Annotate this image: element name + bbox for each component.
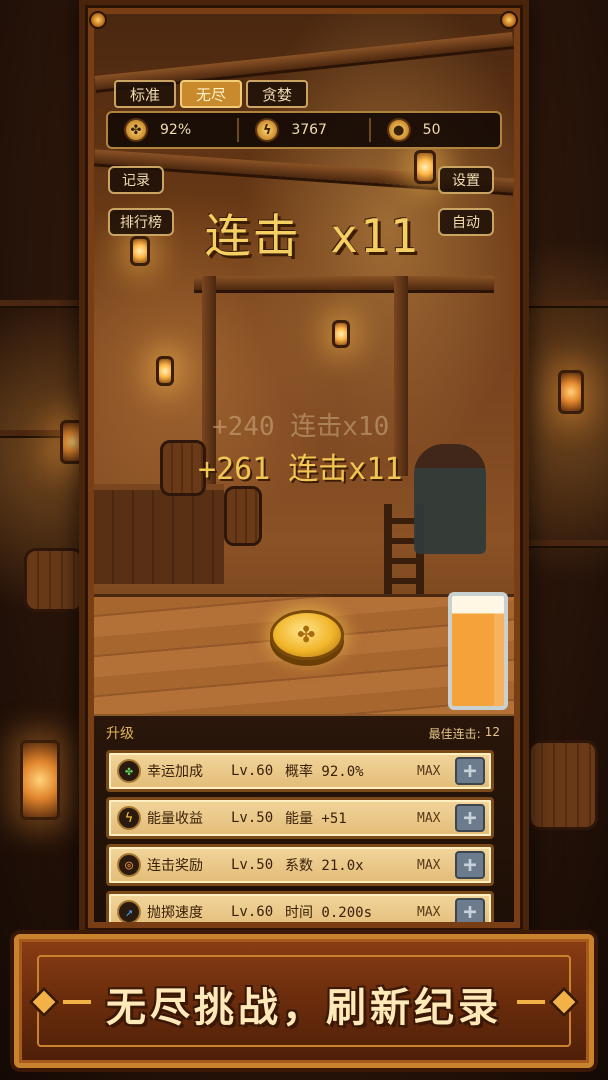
beer-mug-icon bbox=[448, 592, 508, 710]
upgrade-plus-button[interactable]: + bbox=[455, 757, 485, 785]
gold-coin[interactable]: ✤ bbox=[270, 610, 344, 660]
stats-bar: ✤ 92% ϟ 3767 ● 50 bbox=[106, 111, 502, 149]
score-popup-faded: +240 连击x10 bbox=[212, 412, 390, 442]
left-shelf bbox=[0, 300, 80, 306]
right-shelf bbox=[528, 300, 608, 306]
energy-value: 3767 bbox=[291, 122, 327, 138]
lightning-icon: ϟ bbox=[255, 118, 280, 142]
clover-icon: ✤ bbox=[297, 623, 316, 648]
upgrade-name: 连击奖励 bbox=[147, 858, 203, 874]
upgrade-name: 抛掷速度 bbox=[147, 905, 203, 921]
coin-value: 50 bbox=[422, 122, 441, 138]
barrel bbox=[224, 486, 262, 546]
lightning-icon: ϟ bbox=[117, 806, 141, 830]
patron bbox=[414, 444, 486, 554]
right-lantern-icon bbox=[558, 370, 584, 414]
auto-button[interactable]: 自动 bbox=[438, 208, 494, 236]
wall-lantern-icon bbox=[130, 236, 150, 266]
record-button[interactable]: 记录 bbox=[108, 166, 164, 194]
upgrade-row-speed[interactable]: ↗ 抛掷速度 Lv.60 时间 0.200s MAX + bbox=[106, 891, 494, 922]
right-shelf-lower bbox=[528, 540, 608, 546]
upgrade-desc: 概率 92.0% bbox=[285, 764, 364, 780]
clover-icon: ✤ bbox=[117, 759, 141, 783]
left-barrel bbox=[24, 548, 84, 612]
best-combo-label: 最佳连击: bbox=[428, 726, 481, 741]
wall-lantern-icon bbox=[156, 356, 174, 386]
luck-value: 92% bbox=[160, 122, 192, 138]
upgrade-level: Lv.50 bbox=[231, 857, 274, 873]
best-combo: 最佳连击: 12 bbox=[429, 725, 500, 742]
banner-text: 无尽挑战，刷新纪录 bbox=[106, 985, 502, 1031]
stat-luck: ✤ 92% bbox=[108, 118, 237, 142]
game-frame: ✤ 标准 无尽 贪婪 ✤ 92% ϟ 3767 ● 50 记录 排行榜 设置 自… bbox=[85, 5, 523, 931]
hanging-lantern-icon bbox=[332, 320, 350, 348]
upgrade-name: 能量收益 bbox=[147, 811, 203, 827]
right-barrel bbox=[528, 740, 598, 830]
upgrade-row-energy[interactable]: ϟ 能量收益 Lv.50 能量 +51 MAX + bbox=[106, 797, 494, 839]
upgrade-name: 幸运加成 bbox=[147, 764, 203, 780]
upgrade-level: Lv.60 bbox=[231, 763, 274, 779]
target-icon: ◎ bbox=[117, 853, 141, 877]
promo-banner: 无尽挑战，刷新纪录 bbox=[14, 934, 594, 1068]
arrow-icon: ↗ bbox=[117, 900, 141, 922]
floor-lantern-icon bbox=[20, 740, 60, 820]
upgrade-title: 升级 bbox=[106, 726, 134, 742]
upgrade-row-luck[interactable]: ✤ 幸运加成 Lv.60 概率 92.0% MAX + bbox=[106, 750, 494, 792]
upgrade-desc: 时间 0.200s bbox=[285, 905, 373, 921]
best-combo-value: 12 bbox=[484, 724, 500, 739]
rivet bbox=[89, 11, 107, 29]
upgrade-plus-button[interactable]: + bbox=[455, 804, 485, 832]
upgrade-level: Lv.60 bbox=[231, 904, 274, 920]
settings-button[interactable]: 设置 bbox=[438, 166, 494, 194]
upgrade-plus-button[interactable]: + bbox=[455, 898, 485, 922]
combo-counter: 连击 x11 bbox=[204, 209, 420, 263]
clover-icon: ✤ bbox=[124, 118, 148, 142]
ceiling-beam bbox=[194, 276, 494, 290]
hanging-lantern-icon bbox=[414, 150, 436, 184]
upgrade-desc: 能量 +51 bbox=[285, 811, 347, 827]
score-popup: +261 连击x11 bbox=[198, 452, 403, 487]
upgrade-row-combo[interactable]: ◎ 连击奖励 Lv.50 系数 21.0x MAX + bbox=[106, 844, 494, 886]
tab-standard[interactable]: 标准 bbox=[114, 80, 176, 108]
left-lantern-icon bbox=[60, 420, 86, 464]
tab-greedy[interactable]: 贪婪 bbox=[246, 80, 308, 108]
rivet bbox=[500, 11, 518, 29]
stat-coins: ● 50 bbox=[368, 118, 500, 142]
upgrade-panel: 升级 最佳连击: 12 ✤ 幸运加成 Lv.60 概率 92.0% MAX + … bbox=[94, 714, 514, 922]
upgrade-status: MAX bbox=[417, 763, 441, 779]
upgrade-status: MAX bbox=[417, 857, 441, 873]
leaderboard-button[interactable]: 排行榜 bbox=[108, 208, 174, 236]
coin-icon: ● bbox=[386, 118, 411, 142]
stat-energy: ϟ 3767 bbox=[237, 118, 368, 142]
upgrade-desc: 系数 21.0x bbox=[285, 858, 364, 874]
upgrade-status: MAX bbox=[417, 810, 441, 826]
bar-counter bbox=[94, 484, 224, 584]
tab-endless[interactable]: 无尽 bbox=[180, 80, 242, 108]
upgrade-plus-button[interactable]: + bbox=[455, 851, 485, 879]
mode-tabs: 标准 无尽 贪婪 bbox=[114, 80, 308, 108]
upgrade-level: Lv.50 bbox=[231, 810, 274, 826]
upgrade-panel-header: 升级 最佳连击: 12 bbox=[106, 722, 500, 744]
upgrade-status: MAX bbox=[417, 904, 441, 920]
